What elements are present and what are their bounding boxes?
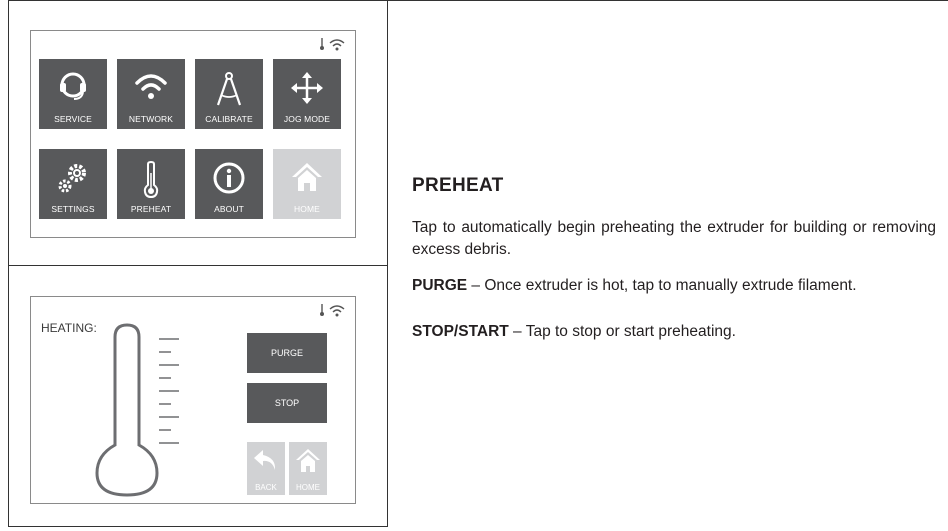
tile-calibrate[interactable]: CALIBRATE	[195, 59, 263, 129]
section-title: PREHEAT	[412, 175, 504, 196]
intro-paragraph: Tap to automatically begin preheating th…	[412, 219, 936, 258]
large-thermometer-icon	[95, 323, 179, 497]
purge-button[interactable]: PURGE	[247, 333, 327, 373]
tile-label: CALIBRATE	[205, 114, 253, 124]
purge-term: PURGE	[412, 277, 468, 294]
purge-paragraph: PURGE – Once extruder is hot, tap to man…	[412, 275, 936, 297]
wifi-icon	[117, 71, 185, 101]
tile-service[interactable]: SERVICE	[39, 59, 107, 129]
tile-label: SERVICE	[54, 114, 92, 124]
back-arrow-icon	[254, 450, 276, 470]
status-bar	[319, 303, 345, 317]
stop-button[interactable]: STOP	[247, 383, 327, 423]
temperature-status-icon	[320, 38, 324, 50]
tile-label: PREHEAT	[130, 204, 172, 214]
tile-about[interactable]: ABOUT	[195, 149, 263, 219]
tile-home[interactable]: HOME	[273, 149, 341, 219]
compass-icon	[195, 71, 263, 107]
gears-icon	[39, 161, 107, 195]
tile-label: SETTINGS	[51, 204, 95, 214]
tile-label: NETWORK	[128, 114, 174, 124]
tile-preheat[interactable]: PREHEAT	[117, 149, 185, 219]
tile-settings[interactable]: SETTINGS	[39, 149, 107, 219]
status-bar	[319, 37, 345, 51]
move-arrows-icon	[273, 71, 341, 105]
home-button[interactable]: HOME	[289, 442, 327, 495]
tile-label: HOME	[294, 204, 320, 214]
tile-label: ABOUT	[214, 204, 244, 214]
home-icon	[296, 449, 320, 472]
info-icon	[195, 161, 263, 195]
thermometer-icon	[117, 161, 185, 199]
headset-icon	[39, 71, 107, 103]
back-label: BACK	[255, 483, 277, 492]
wifi-status-icon	[329, 304, 345, 316]
tile-network[interactable]: NETWORK	[117, 59, 185, 129]
heating-screen: HEATING: PURGE STOP BACK HOME	[30, 296, 356, 504]
home-icon	[273, 161, 341, 193]
stop-paragraph: STOP/START – Tap to stop or start prehea…	[412, 321, 936, 343]
home-label: HOME	[296, 483, 320, 492]
description-panel	[387, 0, 948, 527]
wifi-status-icon	[329, 38, 345, 50]
tile-jog-mode[interactable]: JOG MODE	[273, 59, 341, 129]
purge-description: – Once extruder is hot, tap to manually …	[467, 277, 857, 294]
back-button[interactable]: BACK	[247, 442, 285, 495]
temperature-status-icon	[320, 304, 324, 316]
stop-description: – Tap to stop or start preheating.	[508, 323, 736, 340]
menu-screen: SERVICE NETWORK CALIBRATE JOG MODE SETTI…	[30, 30, 356, 238]
heating-label: HEATING:	[41, 321, 97, 335]
stop-term: STOP/START	[412, 323, 509, 340]
tile-label: JOG MODE	[283, 114, 331, 124]
